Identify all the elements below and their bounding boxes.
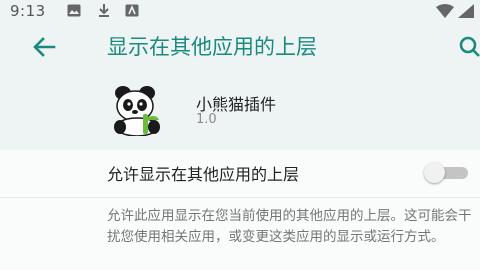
signal-icon <box>458 4 474 18</box>
overlay-permission-row[interactable]: 允许显示在其他应用的上层 <box>0 150 480 194</box>
app-version: 1.0 <box>196 112 217 127</box>
wifi-icon <box>436 4 454 18</box>
panda-icon <box>109 84 167 137</box>
toggle-thumb <box>424 162 445 183</box>
back-button[interactable] <box>30 33 58 61</box>
download-icon <box>98 4 110 18</box>
status-bar: 9:13 <box>0 0 480 22</box>
status-time: 9:13 <box>10 2 46 20</box>
overlay-permission-label: 允许显示在其他应用的上层 <box>107 165 300 184</box>
search-icon <box>458 36 480 65</box>
notification-icon <box>125 4 139 17</box>
image-icon <box>67 4 81 17</box>
overlay-permission-toggle[interactable] <box>424 162 470 183</box>
settings-card: 允许显示在其他应用的上层 允许此应用显示在您当前使用的其他应用的上层。这可能会干… <box>0 150 480 270</box>
arrow-back-icon <box>30 37 58 65</box>
divider <box>0 197 480 198</box>
app-bar: 显示在其他应用的上层 <box>0 22 480 74</box>
page-title: 显示在其他应用的上层 <box>107 35 317 59</box>
app-info-header: 小熊猫插件 1.0 <box>0 74 480 150</box>
search-button[interactable] <box>458 33 480 61</box>
permission-description: 允许此应用显示在您当前使用的其他应用的上层。这可能会干扰您使用相关应用，或变更这… <box>107 208 472 245</box>
